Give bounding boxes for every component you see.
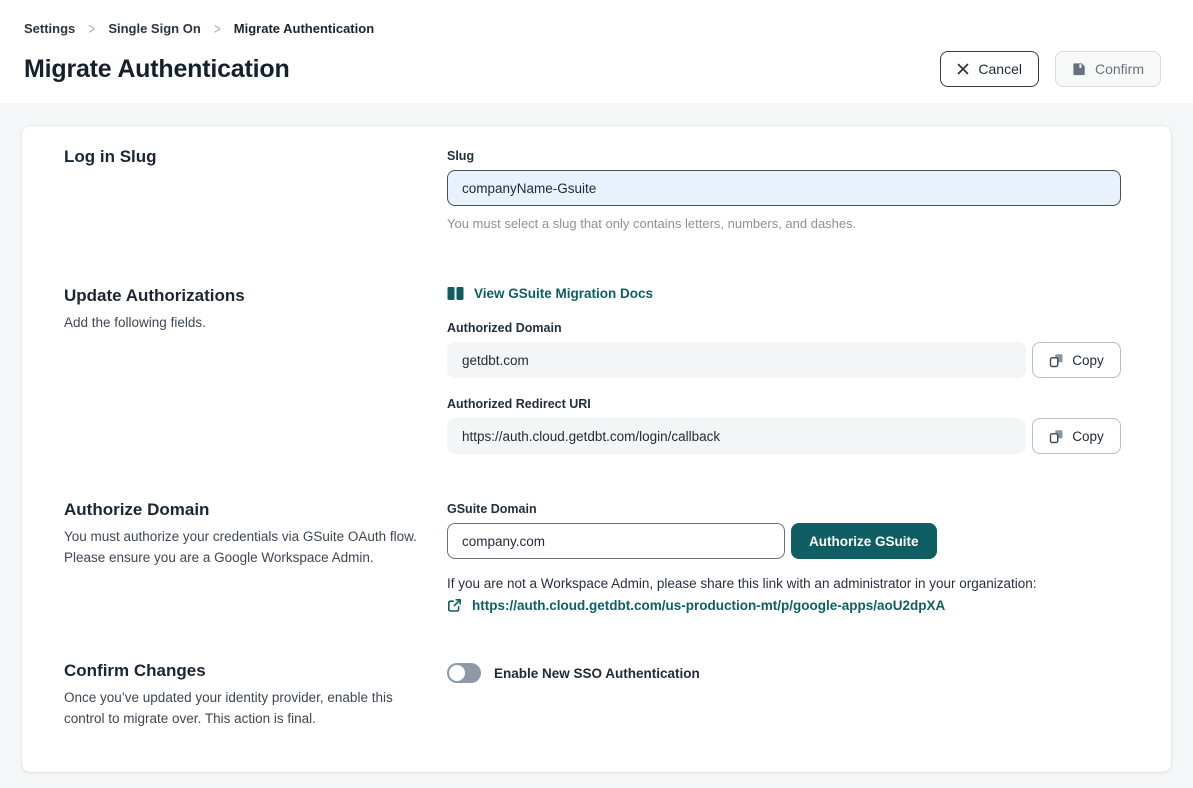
enable-sso-toggle[interactable] [447, 663, 481, 683]
page-title: Migrate Authentication [24, 55, 290, 84]
breadcrumb-single-sign-on[interactable]: Single Sign On [108, 21, 200, 36]
slug-input[interactable] [447, 170, 1121, 206]
external-link-icon [447, 598, 462, 613]
book-icon [447, 286, 464, 301]
confirm-changes-description: Once you’ve updated your identity provid… [64, 688, 417, 730]
page-header: Settings > Single Sign On > Migrate Auth… [0, 0, 1193, 103]
section-update-authorizations: Update Authorizations Add the following … [64, 286, 1121, 454]
slug-field-label: Slug [447, 149, 1121, 163]
copy-button-label: Copy [1072, 429, 1104, 444]
authorize-gsuite-button[interactable]: Authorize GSuite [791, 523, 937, 559]
section-heading-login-slug: Log in Slug [64, 147, 417, 167]
chevron-right-icon: > [214, 19, 221, 37]
header-actions: Cancel Confirm [940, 51, 1161, 87]
copy-authorized-domain-button[interactable]: Copy [1032, 342, 1121, 378]
gsuite-migration-docs-link-label: View GSuite Migration Docs [474, 286, 653, 301]
gsuite-domain-label: GSuite Domain [447, 502, 1121, 516]
authorized-domain-value [447, 342, 1026, 378]
breadcrumb-settings[interactable]: Settings [24, 21, 75, 36]
copy-redirect-uri-button[interactable]: Copy [1032, 418, 1121, 454]
page-content: Log in Slug Slug You must select a slug … [0, 103, 1193, 788]
redirect-uri-label: Authorized Redirect URI [447, 397, 1121, 411]
gsuite-migration-docs-link[interactable]: View GSuite Migration Docs [447, 286, 653, 301]
chevron-right-icon: > [88, 19, 95, 37]
confirm-button-label: Confirm [1095, 61, 1144, 77]
section-confirm-changes: Confirm Changes Once you’ve updated your… [64, 661, 1121, 730]
section-heading-authorize-domain: Authorize Domain [64, 500, 417, 520]
cancel-button-label: Cancel [978, 61, 1022, 77]
cancel-button[interactable]: Cancel [940, 51, 1039, 87]
save-icon [1072, 62, 1086, 76]
section-login-slug: Log in Slug Slug You must select a slug … [64, 147, 1121, 231]
redirect-uri-value [447, 418, 1026, 454]
section-heading-confirm-changes: Confirm Changes [64, 661, 417, 681]
confirm-button[interactable]: Confirm [1055, 51, 1161, 87]
authorize-domain-description: You must authorize your credentials via … [64, 527, 417, 569]
breadcrumb: Settings > Single Sign On > Migrate Auth… [24, 21, 1161, 36]
copy-icon [1049, 353, 1064, 368]
copy-icon [1049, 429, 1064, 444]
workspace-admin-note: If you are not a Workspace Admin, please… [447, 576, 1121, 591]
copy-button-label: Copy [1072, 353, 1104, 368]
close-icon [957, 63, 969, 75]
section-authorize-domain: Authorize Domain You must authorize your… [64, 500, 1121, 613]
authorized-domain-label: Authorized Domain [447, 321, 1121, 335]
breadcrumb-migrate-authentication: Migrate Authentication [234, 21, 374, 36]
enable-sso-toggle-label: Enable New SSO Authentication [494, 666, 700, 681]
section-heading-update-authorizations: Update Authorizations [64, 286, 417, 306]
toggle-knob [449, 665, 465, 681]
migrate-auth-card: Log in Slug Slug You must select a slug … [22, 126, 1171, 772]
update-authorizations-description: Add the following fields. [64, 313, 417, 334]
slug-help-text: You must select a slug that only contain… [447, 216, 1121, 231]
admin-share-link[interactable]: https://auth.cloud.getdbt.com/us-product… [472, 598, 945, 613]
gsuite-domain-input[interactable] [447, 523, 785, 559]
